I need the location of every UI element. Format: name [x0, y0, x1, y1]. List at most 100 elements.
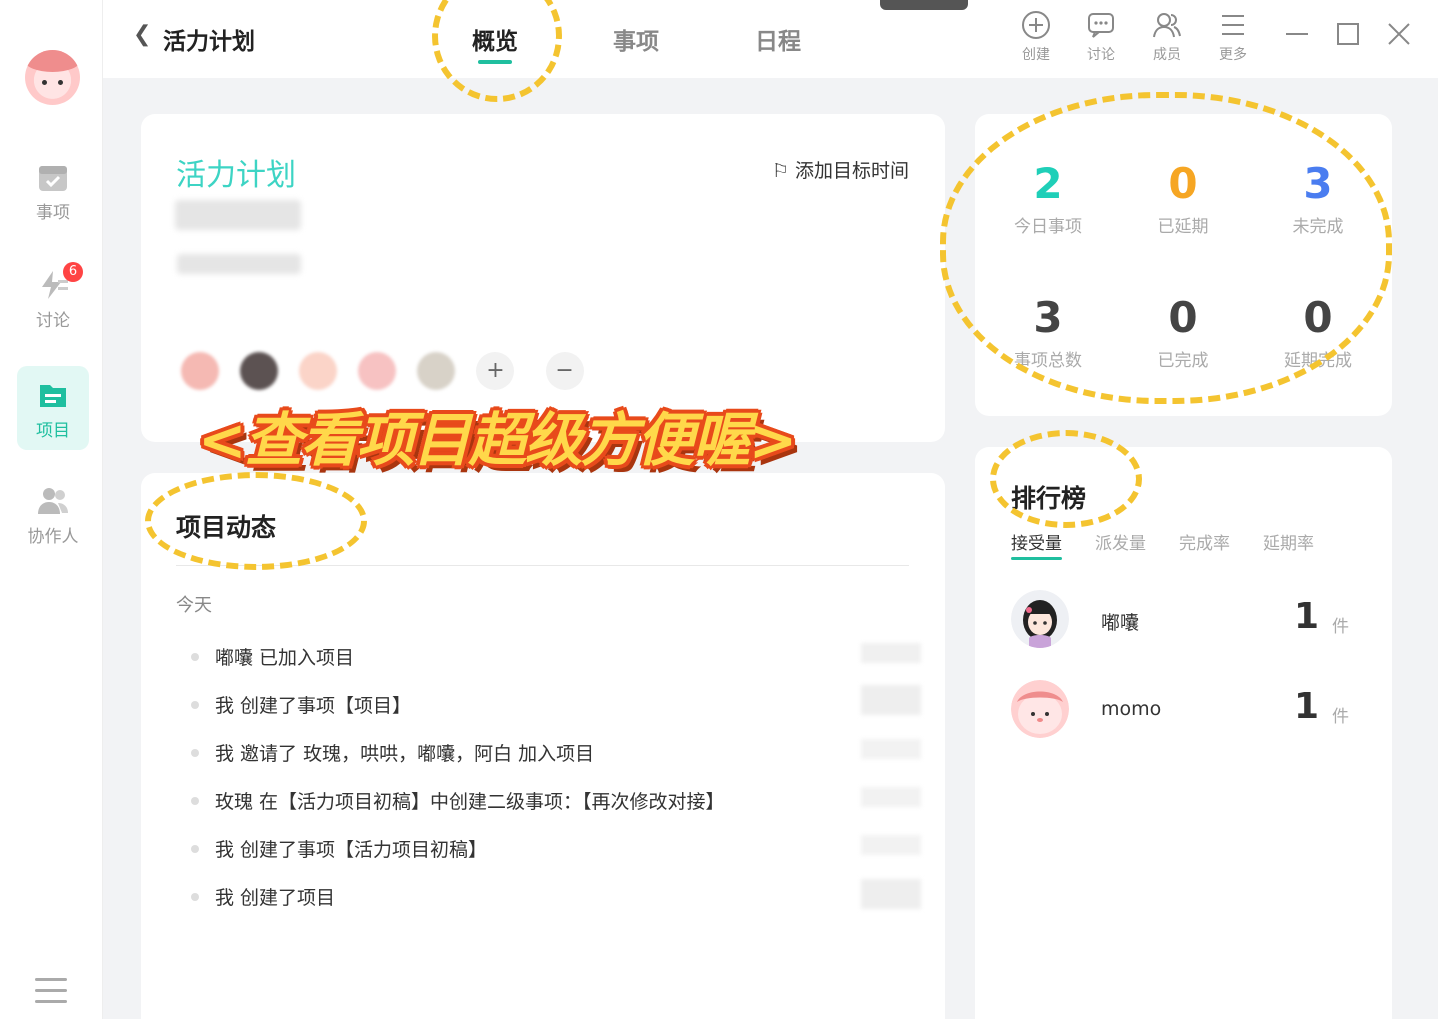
minimize-icon[interactable] [1283, 20, 1311, 48]
tab-delay-rate[interactable]: 延期率 [1263, 529, 1314, 554]
close-icon[interactable] [1385, 20, 1413, 48]
tab-schedule[interactable]: 日程 [755, 22, 801, 56]
redacted-time [861, 787, 921, 807]
redacted-time [861, 879, 921, 909]
stat-label: 事项总数 [1014, 351, 1082, 371]
activity-item: 我 创建了事项【项目】 [191, 691, 411, 718]
stat-label: 未完成 [1292, 217, 1344, 237]
plus-circle-icon [1022, 11, 1050, 39]
divider [176, 565, 909, 566]
folder-icon [40, 385, 66, 407]
stat-done[interactable]: 0 已完成 [1128, 293, 1238, 372]
ranking-card: 排行榜 接受量 派发量 完成率 延期率 嘟囔 1 件 momo 1 件 [975, 447, 1392, 1019]
stats-card: 2 今日事项 0 已延期 3 未完成 3 事项总数 0 已完成 0 延期完成 [975, 114, 1392, 416]
sidebar-item-label: 协作人 [27, 527, 79, 547]
redacted-text [175, 200, 301, 230]
sidebar-item-label: 讨论 [36, 311, 70, 331]
stat-label: 延期完成 [1284, 351, 1352, 371]
redacted-time [861, 643, 921, 663]
member-avatar[interactable] [358, 352, 397, 390]
member-avatar[interactable] [240, 352, 279, 390]
members-button[interactable]: 成员 [1142, 10, 1192, 64]
tab-accepted[interactable]: 接受量 [1011, 529, 1062, 560]
add-member-button[interactable]: + [476, 352, 515, 390]
people-icon [38, 488, 68, 514]
ranking-name: momo [1101, 698, 1162, 720]
stat-overdue[interactable]: 0 已延期 [1128, 159, 1238, 238]
member-list: + − [181, 352, 610, 392]
ranking-count: 1 [1293, 686, 1319, 727]
sidebar-item-collaborators[interactable]: 协作人 [17, 484, 89, 547]
maximize-icon[interactable] [1334, 20, 1362, 48]
stat-total[interactable]: 3 事项总数 [993, 293, 1103, 372]
stat-label: 已延期 [1157, 217, 1209, 237]
member-avatar[interactable] [299, 352, 338, 390]
tool-label: 成员 [1153, 47, 1181, 63]
activity-item: 我 邀请了 玫瑰，哄哄，嘟囔，阿白 加入项目 [191, 739, 594, 766]
add-target-time-button[interactable]: ⚐ 添加目标时间 [772, 156, 909, 183]
tab-dispatched[interactable]: 派发量 [1095, 529, 1146, 554]
chat-bubble-icon [1088, 13, 1114, 38]
ranking-unit: 件 [1332, 707, 1349, 727]
date-group-label: 今天 [176, 595, 212, 616]
redacted-time [861, 685, 921, 715]
tool-label: 更多 [1219, 47, 1247, 63]
flag-icon: ⚐ [771, 160, 789, 182]
ranking-row[interactable]: 嘟囔 1 件 [1011, 590, 1361, 650]
sidebar-item-discussion[interactable]: 6 讨论 [17, 262, 89, 331]
tool-label: 讨论 [1087, 47, 1115, 63]
ranking-count: 1 [1293, 596, 1319, 637]
more-button[interactable]: 更多 [1208, 10, 1258, 64]
unread-badge: 6 [63, 262, 83, 282]
sidebar-item-label: 事项 [36, 203, 70, 223]
activity-item: 我 创建了项目 [191, 883, 335, 910]
ranking-title: 排行榜 [1011, 484, 1087, 513]
activity-card: 项目动态 今天 嘟囔 已加入项目 我 创建了事项【项目】 我 邀请了 玫瑰，哄哄… [141, 473, 945, 1019]
top-bar: ❮ 活力计划 概览 事项 日程 创建 讨论 成员 更多 [103, 0, 1438, 78]
decorative-bar [880, 0, 968, 10]
discuss-button[interactable]: 讨论 [1076, 10, 1126, 64]
redacted-time [861, 739, 921, 759]
stat-today[interactable]: 2 今日事项 [993, 159, 1103, 238]
activity-title: 项目动态 [176, 513, 277, 542]
remove-member-button[interactable]: − [545, 352, 584, 390]
stat-value: 0 [1168, 159, 1198, 208]
back-icon[interactable]: ❮ [133, 22, 151, 47]
calendar-check-icon [39, 166, 67, 191]
stat-value: 0 [1168, 293, 1198, 342]
create-button[interactable]: 创建 [1011, 10, 1061, 64]
tab-completion-rate[interactable]: 完成率 [1179, 529, 1230, 554]
overview-title: 活力计划 [176, 158, 296, 193]
menu-icon[interactable] [35, 978, 67, 1011]
activity-item: 嘟囔 已加入项目 [191, 643, 354, 670]
tab-tasks[interactable]: 事项 [613, 22, 659, 56]
stat-value: 0 [1303, 293, 1333, 342]
hamburger-icon [1222, 15, 1244, 35]
stat-late-done[interactable]: 0 延期完成 [1263, 293, 1373, 372]
stat-label: 已完成 [1157, 351, 1209, 371]
sidebar: 事项 6 讨论 项目 协作人 [0, 0, 103, 1019]
sidebar-item-label: 项目 [36, 421, 70, 441]
tab-overview[interactable]: 概览 [472, 22, 518, 64]
members-icon [1153, 13, 1181, 38]
sidebar-item-tasks[interactable]: 事项 [17, 160, 89, 223]
stat-value: 3 [1303, 159, 1333, 208]
avatar [1011, 680, 1069, 738]
ranking-row[interactable]: momo 1 件 [1011, 680, 1361, 740]
stat-label: 今日事项 [1014, 217, 1082, 237]
ranking-unit: 件 [1332, 617, 1349, 637]
redacted-text [177, 254, 301, 274]
stat-value: 3 [1033, 293, 1063, 342]
member-avatar[interactable] [181, 352, 219, 390]
stat-incomplete[interactable]: 3 未完成 [1263, 159, 1373, 238]
redacted-time [861, 835, 921, 855]
promo-banner: <查看项目超级方便喔> [198, 406, 797, 474]
add-target-label: 添加目标时间 [794, 160, 909, 182]
member-avatar[interactable] [417, 352, 456, 390]
ranking-name: 嘟囔 [1101, 612, 1140, 634]
sidebar-item-projects[interactable]: 项目 [17, 366, 89, 450]
user-avatar[interactable] [25, 50, 80, 105]
stat-value: 2 [1033, 159, 1063, 208]
activity-item: 玫瑰 在【活力项目初稿】中创建二级事项：【再次修改对接】 [191, 787, 725, 814]
avatar [1011, 590, 1069, 648]
